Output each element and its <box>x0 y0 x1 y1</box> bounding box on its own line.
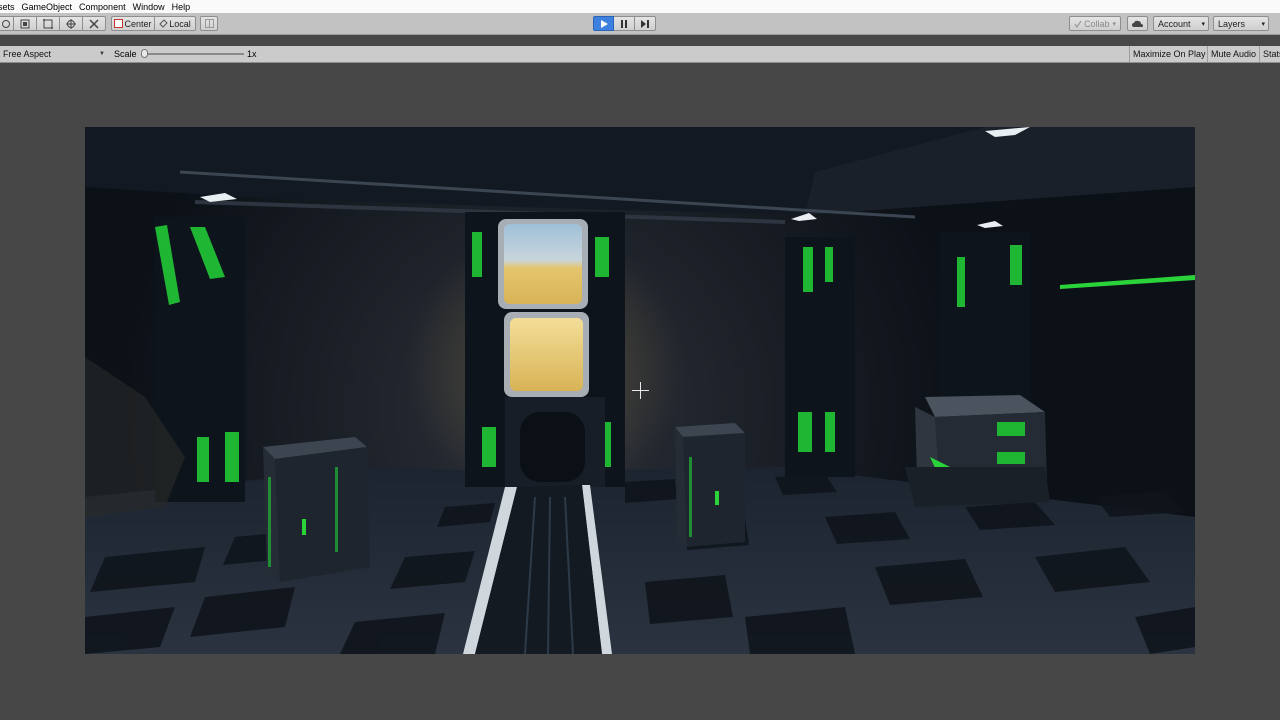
aspect-dropdown[interactable]: Free Aspect ▼ <box>0 46 108 62</box>
collab-label: Collab <box>1083 18 1110 29</box>
custom-tool-button[interactable] <box>83 16 106 31</box>
menu-help[interactable]: Help <box>168 2 194 12</box>
menu-gameobject[interactable]: GameObject <box>18 2 76 12</box>
collab-button[interactable]: Collab ▾ <box>1069 16 1121 31</box>
crosshair-icon-vertical <box>640 382 641 399</box>
pause-button[interactable] <box>614 16 635 31</box>
grid-snap-icon <box>204 19 214 28</box>
menu-component[interactable]: Component <box>75 2 129 12</box>
menu-window[interactable]: Window <box>129 2 168 12</box>
rotate-icon <box>1 19 10 28</box>
rect-tool-icon <box>43 18 53 29</box>
stats-toggle[interactable]: Stats <box>1259 46 1280 62</box>
account-label: Account <box>1158 18 1191 29</box>
maximize-on-play-toggle[interactable]: Maximize On Play <box>1129 46 1207 62</box>
layers-dropdown[interactable]: Layers ▾ <box>1213 16 1269 31</box>
local-rotation-icon <box>159 19 168 28</box>
pause-icon <box>621 19 627 28</box>
cloud-button[interactable] <box>1127 16 1148 31</box>
scale-slider-handle[interactable] <box>141 49 148 58</box>
scale-label: Scale <box>114 49 137 59</box>
chevron-down-icon: ▾ <box>1201 20 1205 28</box>
play-icon <box>600 19 608 28</box>
cloud-icon <box>1132 20 1143 27</box>
scale-value: 1x <box>247 49 257 59</box>
aspect-label: Free Aspect <box>3 49 52 59</box>
layers-label: Layers <box>1218 18 1246 29</box>
mute-audio-toggle[interactable]: Mute Audio <box>1207 46 1259 62</box>
chevron-down-icon: ▾ <box>1112 20 1117 28</box>
pivot-mode-label: Center <box>124 18 152 29</box>
check-icon <box>1074 20 1082 28</box>
scale-tool-icon <box>20 19 30 28</box>
chevron-down-icon: ▾ <box>1261 20 1265 28</box>
move-tool-button[interactable] <box>14 16 37 31</box>
view-tool-button[interactable] <box>0 16 14 31</box>
play-button[interactable] <box>593 16 614 31</box>
step-button[interactable] <box>635 16 656 31</box>
wrench-icon <box>89 18 99 29</box>
game-view-toolbar: Free Aspect ▼ Scale 1x Maximize On Play … <box>0 46 1280 63</box>
chevron-down-icon: ▼ <box>99 51 105 57</box>
snap-button[interactable] <box>200 16 218 31</box>
pivot-mode-button[interactable]: Center <box>111 16 155 31</box>
game-tab-strip <box>0 35 1280 46</box>
account-dropdown[interactable]: Account ▾ <box>1153 16 1209 31</box>
transform-tool-button[interactable] <box>60 16 83 31</box>
menu-bar: sets GameObject Component Window Help <box>0 0 1280 13</box>
menu-assets[interactable]: sets <box>0 2 18 12</box>
transform-tool-icon <box>66 18 76 29</box>
rect-tool-button[interactable] <box>37 16 60 31</box>
scale-slider-track[interactable] <box>144 53 244 55</box>
pivot-rotation-button[interactable]: Local <box>155 16 196 31</box>
step-icon <box>641 19 649 28</box>
main-toolbar: Center Local Collab ▾ Account ▾ Layers ▾ <box>0 13 1280 35</box>
pivot-rotation-label: Local <box>169 18 191 29</box>
pivot-icon <box>114 19 124 28</box>
